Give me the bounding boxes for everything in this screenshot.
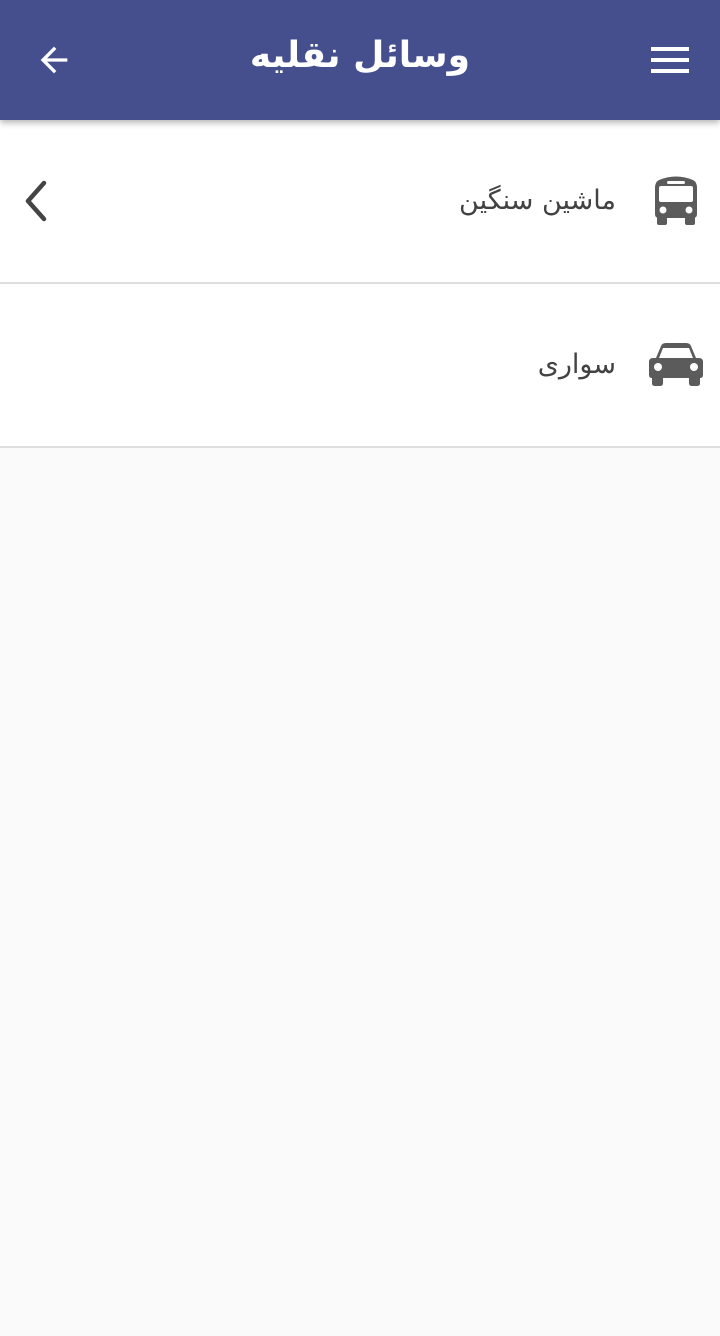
app-bar: وسائل نقلیه — [0, 0, 720, 120]
list-item-heavy-vehicle[interactable]: ماشین سنگین — [0, 120, 720, 284]
chevron-left-icon — [10, 171, 60, 231]
list-item-passenger-car[interactable]: سواری — [0, 284, 720, 448]
vehicle-list: ماشین سنگین سواری — [0, 120, 720, 448]
list-item-label: سواری — [537, 349, 616, 380]
menu-button[interactable] — [640, 30, 700, 90]
hamburger-menu-icon — [651, 47, 689, 73]
arrow-left-icon — [40, 46, 68, 74]
bus-icon — [646, 171, 706, 231]
car-icon — [646, 335, 706, 395]
page-title: وسائل نقلیه — [249, 35, 471, 76]
list-item-label: ماشین سنگین — [459, 185, 616, 216]
back-button[interactable] — [24, 30, 84, 90]
